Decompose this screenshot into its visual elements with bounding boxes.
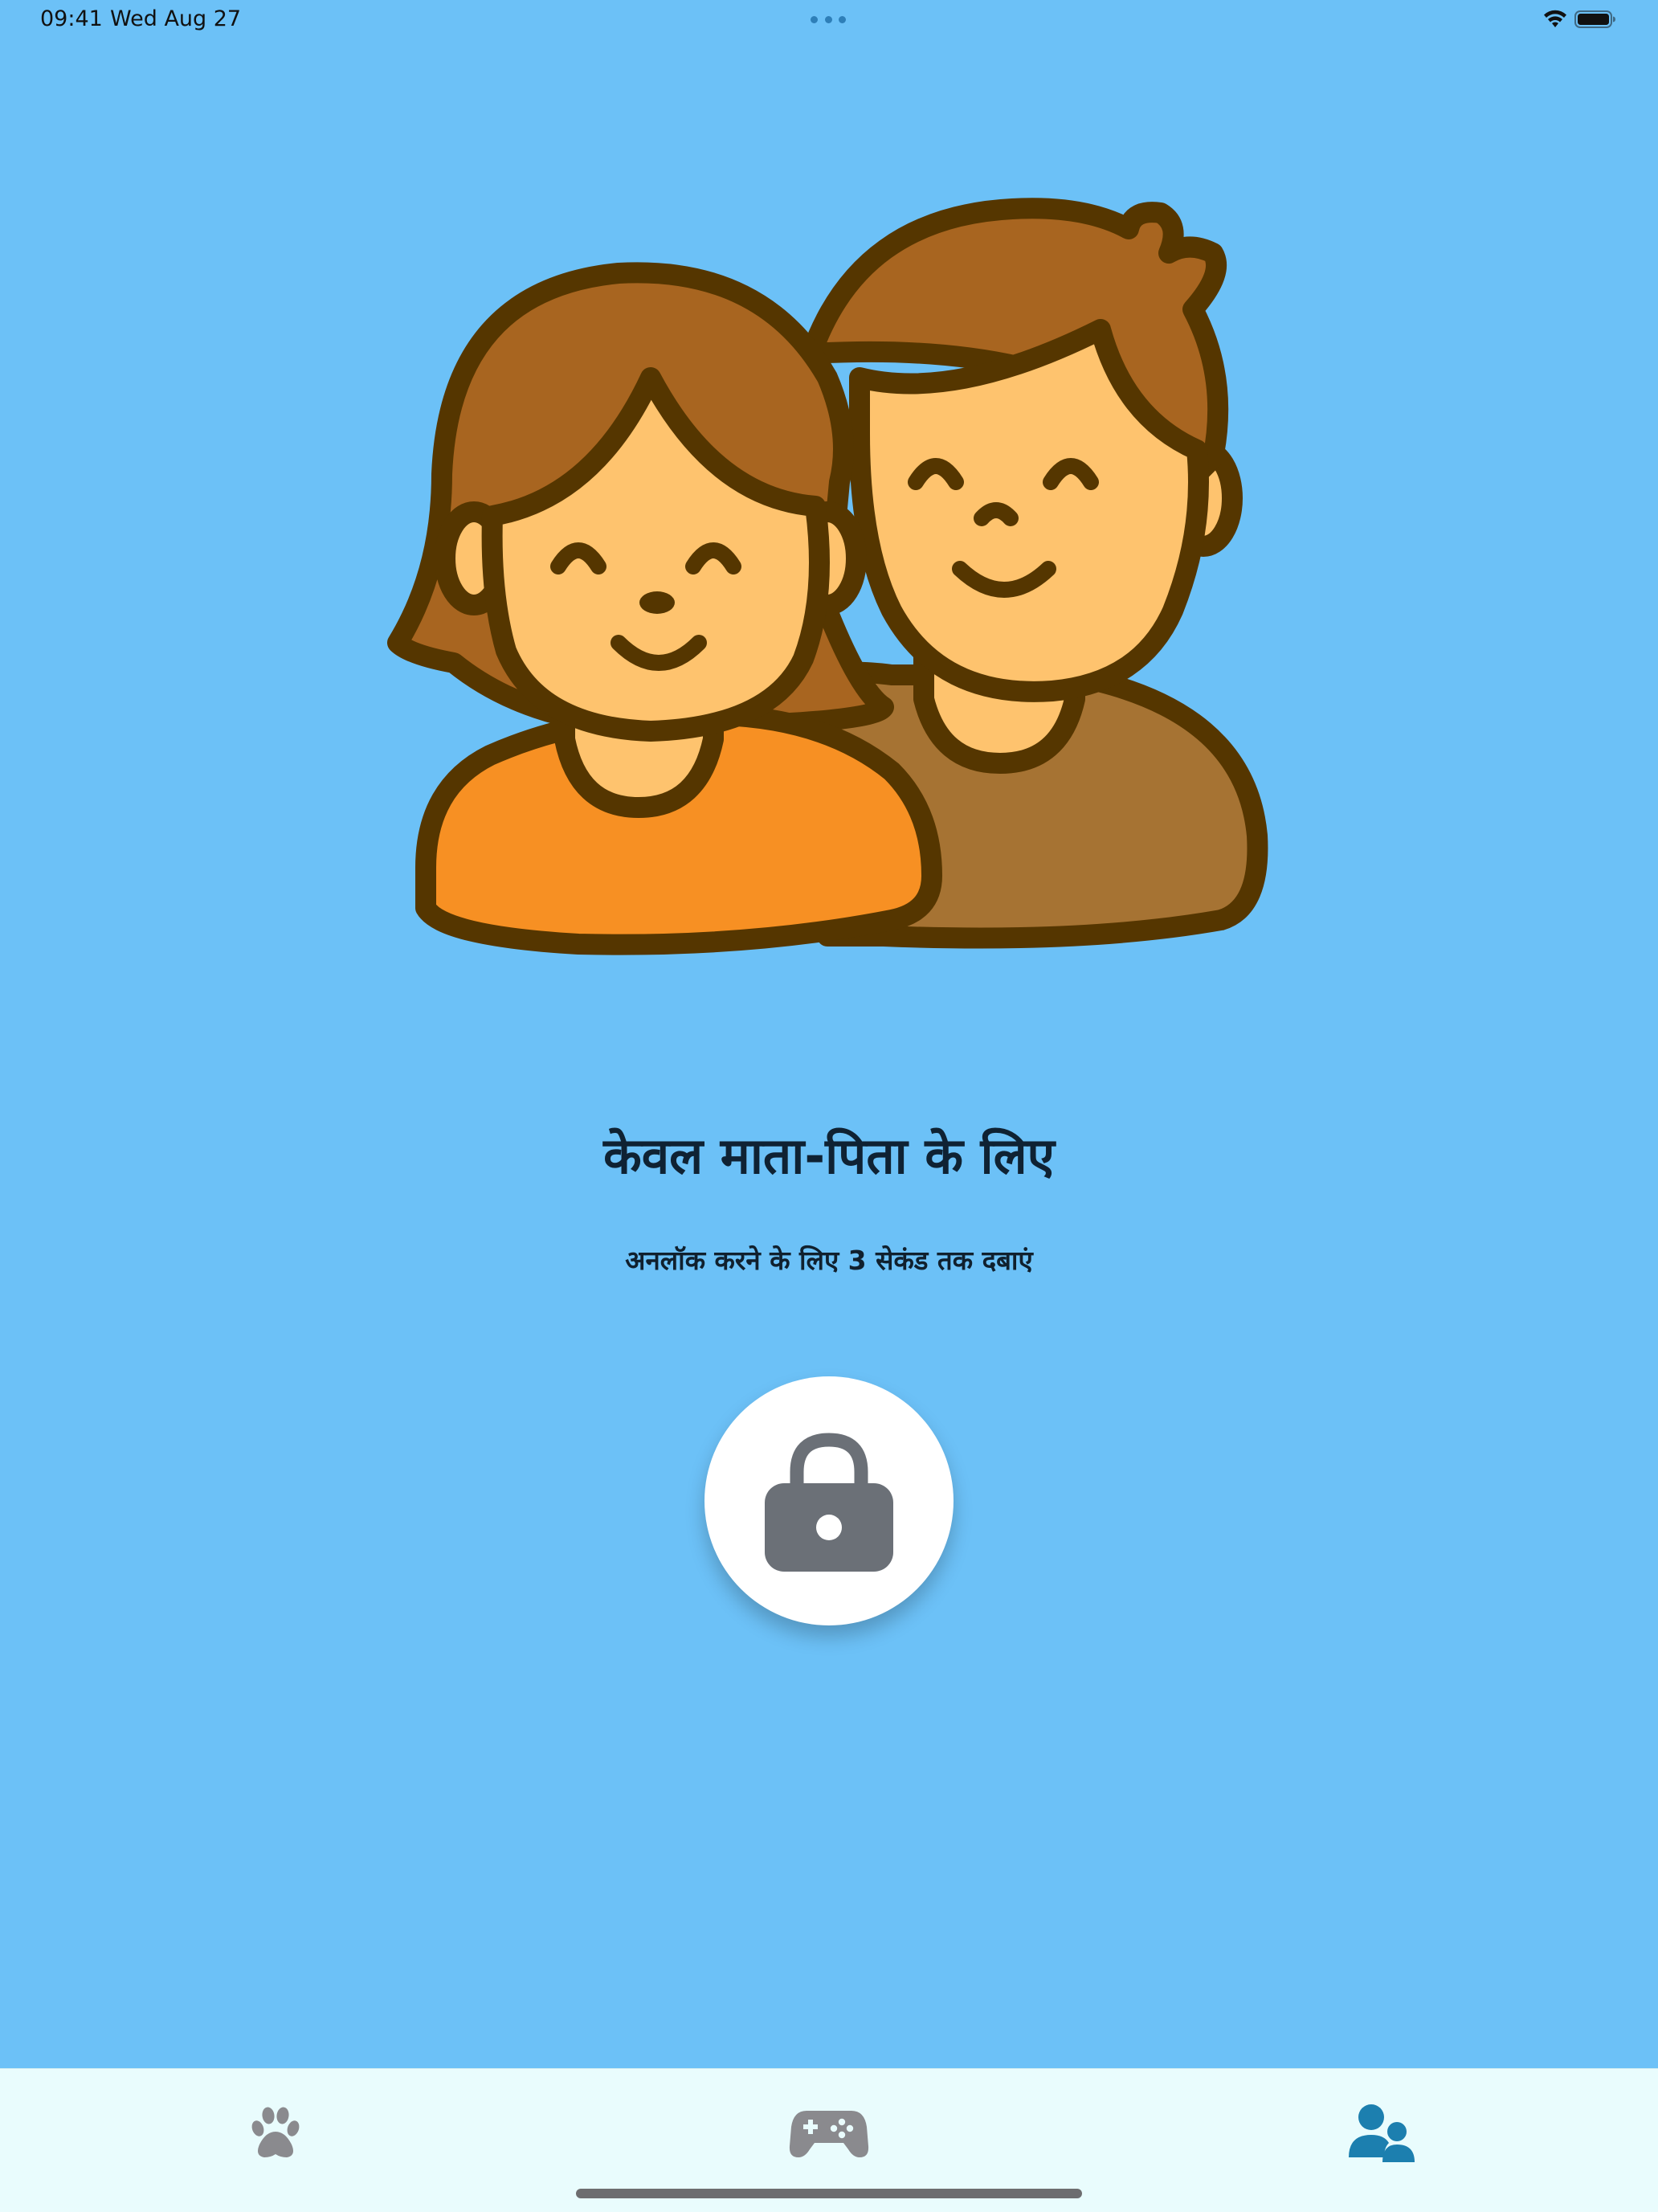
paw-icon [251,2107,300,2157]
battery-icon [1574,10,1615,28]
multitasking-dots-icon[interactable] [811,16,846,24]
home-indicator[interactable] [576,2189,1082,2198]
lock-button[interactable] [704,1376,954,1625]
status-bar: 09:41 Wed Aug 27 [0,0,1658,42]
lock-icon [765,1433,893,1572]
page-subtitle: अनलॉक करने के लिए 3 सेकंड तक दबाएं [625,1245,1033,1276]
status-date: Wed Aug 27 [110,6,242,31]
page-title: केवल माता-पिता के लिए [603,1126,1055,1185]
users-icon [1349,2104,1415,2162]
parents-illustration [387,198,1268,955]
tab-games[interactable] [781,2093,877,2173]
tab-parents[interactable] [1333,2093,1430,2173]
status-time: 09:41 [40,6,103,31]
wifi-icon [1544,10,1566,27]
gamepad-icon [789,2111,869,2157]
tab-pets[interactable] [227,2093,324,2173]
